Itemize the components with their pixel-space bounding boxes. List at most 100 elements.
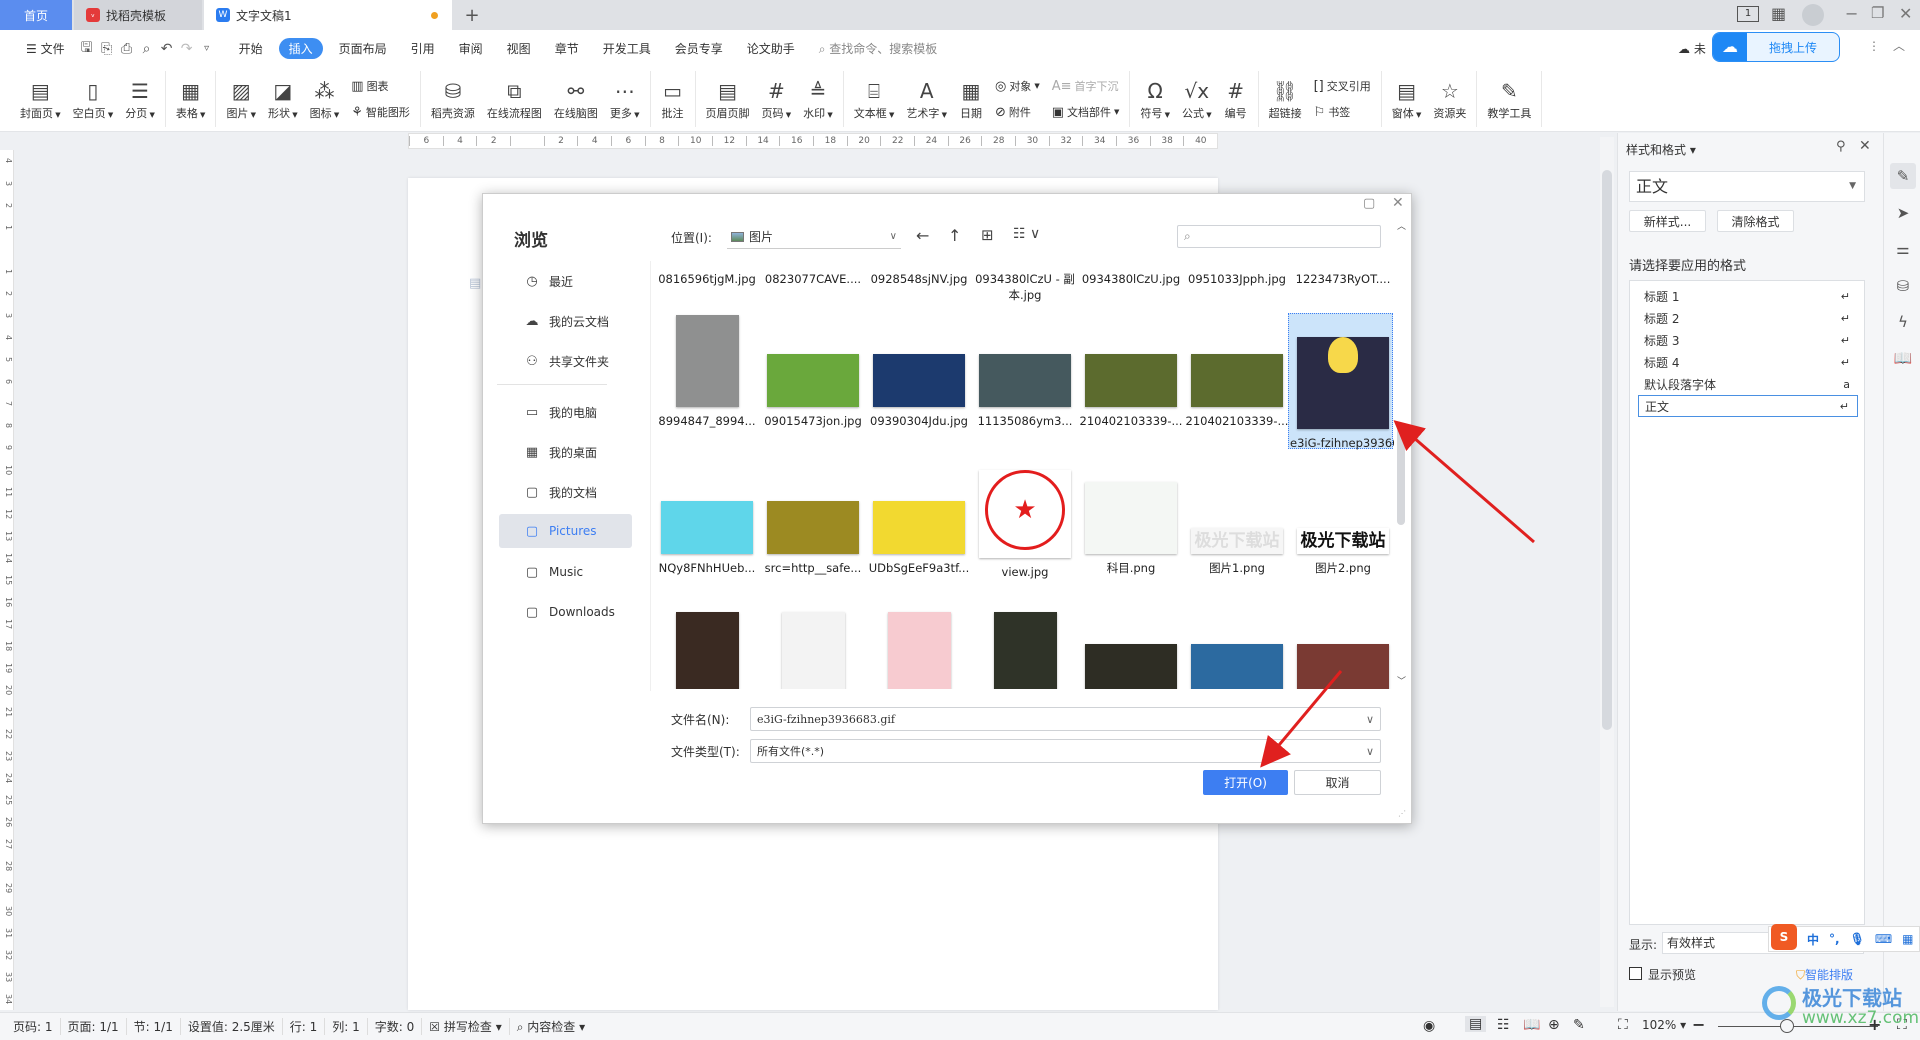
print-preview-icon[interactable]: ⌕ bbox=[137, 41, 157, 57]
command-search[interactable]: ⌕ 查找命令、搜索模板 bbox=[807, 40, 950, 57]
ribbon-button[interactable]: ▨ 图片 ▼ bbox=[220, 77, 262, 121]
ribbon-button[interactable]: ⚯ 在线脑图 bbox=[548, 77, 604, 121]
file-item[interactable] bbox=[1290, 644, 1394, 689]
nav-item[interactable]: ⚇ 共享文件夹 bbox=[499, 344, 632, 378]
current-style-select[interactable]: 正文 ▼ bbox=[1629, 171, 1865, 202]
save-icon[interactable]: 🖫 bbox=[77, 37, 97, 61]
new-style-button[interactable]: 新样式... bbox=[1629, 210, 1706, 232]
maximize-dialog-icon[interactable]: ▢ bbox=[1363, 196, 1375, 211]
ribbon-button[interactable]: A≡ 首字下沉 bbox=[1052, 78, 1120, 94]
ribbon-button[interactable]: ◪ 形状 ▼ bbox=[262, 77, 304, 121]
ribbon-button[interactable]: ▣ 文档部件 ▼ bbox=[1052, 104, 1120, 120]
up-icon[interactable]: ↑ bbox=[948, 226, 961, 245]
write-mode-icon[interactable]: ✎ bbox=[1573, 1017, 1585, 1033]
ribbon-button[interactable]: ▯ 空白页 ▼ bbox=[67, 77, 120, 121]
ribbon-button[interactable]: ▥ 图表 bbox=[351, 78, 410, 94]
file-item[interactable] bbox=[760, 612, 866, 689]
file-item[interactable]: 09390304Jdu.jpg bbox=[866, 354, 972, 429]
ribbon-button[interactable]: ⊘ 附件 bbox=[995, 104, 1040, 120]
menu-tab[interactable]: 审阅 bbox=[447, 40, 495, 57]
close-dialog-icon[interactable]: ✕ bbox=[1392, 195, 1404, 211]
undo-icon[interactable]: ↶ bbox=[157, 41, 177, 57]
file-item[interactable]: 极光下载站 图片2.png bbox=[1290, 528, 1394, 576]
tab-docer-templates[interactable]: ᵥ 找稻壳模板 bbox=[74, 0, 202, 30]
pin-icon[interactable]: ⚲ bbox=[1836, 139, 1846, 154]
microphone-icon[interactable]: 🎙 bbox=[1850, 932, 1865, 946]
new-folder-icon[interactable]: ⊞ bbox=[981, 226, 994, 244]
file-item[interactable]: 0951033Jpph.jpg bbox=[1184, 265, 1290, 287]
layout-toggle-icon[interactable]: 1 bbox=[1737, 6, 1759, 22]
nav-item[interactable]: ▦ 我的桌面 bbox=[499, 435, 632, 469]
ribbon-button[interactable]: ⁂ 图标 ▼ bbox=[304, 77, 346, 121]
book-search-icon[interactable]: 📖 bbox=[1890, 345, 1916, 371]
file-item[interactable]: 极光下载站 图片1.png bbox=[1184, 528, 1290, 576]
ribbon-button[interactable]: ⧉ 在线流程图 bbox=[481, 77, 548, 121]
chevron-down-icon[interactable]: ∨ bbox=[1366, 713, 1374, 726]
cancel-button[interactable]: 取消 bbox=[1294, 770, 1381, 795]
zoom-slider[interactable] bbox=[1718, 1026, 1878, 1027]
ribbon-button[interactable]: # 编号 bbox=[1218, 77, 1254, 121]
fit-page-icon[interactable]: ⛶ bbox=[1618, 1017, 1628, 1033]
file-item[interactable]: 0823077CAVE.... bbox=[760, 265, 866, 287]
menu-tab[interactable]: 会员专享 bbox=[663, 40, 735, 57]
menu-tab[interactable]: 视图 bbox=[495, 40, 543, 57]
filename-input[interactable]: e3iG-fzihnep3936683.gif ∨ bbox=[750, 707, 1381, 731]
upload-popup[interactable]: ☁ 拖拽上传 bbox=[1712, 32, 1840, 62]
ribbon-button[interactable]: ▤ 页眉页脚 bbox=[700, 77, 756, 121]
file-grid-scrollbar-thumb[interactable] bbox=[1397, 427, 1405, 525]
ribbon-button[interactable]: ▤ 封面页 ▼ bbox=[14, 77, 67, 121]
ribbon-button[interactable]: A 艺术字 ▼ bbox=[900, 77, 953, 121]
location-dropdown[interactable]: 图片 ∨ bbox=[727, 225, 901, 249]
view-mode-icon[interactable]: ☷ ∨ bbox=[1013, 226, 1040, 242]
ribbon-button[interactable]: ▤ 窗体 ▼ bbox=[1386, 77, 1428, 121]
outline-view-icon[interactable]: ☷ bbox=[1497, 1017, 1510, 1033]
chevron-down-icon[interactable]: ∨ bbox=[1366, 745, 1374, 758]
zoom-out-button[interactable]: − bbox=[1692, 1015, 1705, 1034]
menu-tab[interactable]: 引用 bbox=[399, 40, 447, 57]
more-options-icon[interactable]: ⋮ bbox=[1868, 39, 1880, 53]
file-grid[interactable]: 0816596tjgM.jpg 0823077CAVE.... 0928548sjN… bbox=[654, 261, 1394, 689]
ime-menu-icon[interactable]: ▦ bbox=[1902, 932, 1913, 946]
file-item[interactable] bbox=[866, 612, 972, 689]
lightning-icon[interactable]: ϟ bbox=[1890, 309, 1916, 335]
new-tab-button[interactable]: + bbox=[460, 0, 484, 30]
file-item[interactable] bbox=[1184, 644, 1290, 689]
ribbon-button[interactable]: ⚘ 智能图形 bbox=[351, 104, 410, 120]
ribbon-button[interactable]: ⋯ 更多 ▼ bbox=[604, 77, 646, 121]
ribbon-button[interactable]: # 页码 ▼ bbox=[756, 77, 798, 121]
menu-tab[interactable]: 章节 bbox=[543, 40, 591, 57]
file-item[interactable]: 0934380lCzU.jpg bbox=[1078, 265, 1184, 287]
ribbon-button[interactable]: ☆ 资源夹 bbox=[1427, 77, 1472, 121]
ribbon-button[interactable]: ☰ 分页 ▼ bbox=[119, 77, 161, 121]
horizontal-ruler[interactable]: 6 4 2 2 4 6 8 10 12 14 16 18 20 22 24 26 28 30 32 34 36 38 40 bbox=[408, 133, 1218, 149]
nav-item[interactable]: ▢ Downloads bbox=[499, 595, 632, 629]
style-item[interactable]: 标题 3 ↵ bbox=[1638, 329, 1858, 351]
file-grid-scrollbar[interactable]: ︿ ﹀ bbox=[1394, 219, 1409, 689]
file-item[interactable]: 09015473jon.jpg bbox=[760, 354, 866, 429]
style-item[interactable]: 正文 ↵ bbox=[1638, 395, 1858, 417]
ribbon-button[interactable]: ⛁ 稻壳资源 bbox=[425, 77, 481, 121]
cloud-status[interactable]: ☁ 未 bbox=[1678, 40, 1706, 57]
collapse-ribbon-icon[interactable]: ︿ bbox=[1893, 37, 1905, 54]
nav-item[interactable]: ◷ 最近 bbox=[499, 264, 632, 298]
ribbon-button[interactable]: ⌸ 文本框 ▼ bbox=[848, 77, 901, 121]
spell-check-button[interactable]: ☒ 拼写检查 ▾ bbox=[422, 1018, 510, 1035]
restore-icon[interactable]: ❐ bbox=[1871, 4, 1884, 22]
nav-item[interactable]: ▭ 我的电脑 bbox=[499, 395, 632, 429]
ribbon-button[interactable]: ▦ 表格 ▼ bbox=[170, 77, 212, 121]
tab-document-1[interactable]: W 文字文稿1 bbox=[204, 0, 452, 30]
file-item[interactable]: 科目.png bbox=[1078, 482, 1184, 576]
scroll-down-icon[interactable]: ﹀ bbox=[1397, 674, 1406, 687]
nav-item[interactable]: ☁ 我的云文档 bbox=[499, 304, 632, 338]
menu-tab[interactable]: 页面布局 bbox=[327, 40, 399, 57]
select-pointer-icon[interactable]: ➤ bbox=[1890, 200, 1916, 226]
minimize-icon[interactable]: − bbox=[1845, 4, 1858, 23]
open-button[interactable]: 打开(O) bbox=[1203, 770, 1288, 795]
ribbon-button[interactable]: ▭ 批注 bbox=[655, 77, 691, 121]
ribbon-button[interactable]: √x 公式 ▼ bbox=[1176, 77, 1218, 121]
page-view-icon[interactable]: ▤ bbox=[1465, 1016, 1487, 1032]
dialog-search-input[interactable]: ⌕ bbox=[1177, 225, 1381, 248]
style-item[interactable]: 标题 1 ↵ bbox=[1638, 285, 1858, 307]
apps-grid-icon[interactable]: ▦ bbox=[1771, 4, 1786, 23]
style-item[interactable]: 默认段落字体 a bbox=[1638, 373, 1858, 395]
